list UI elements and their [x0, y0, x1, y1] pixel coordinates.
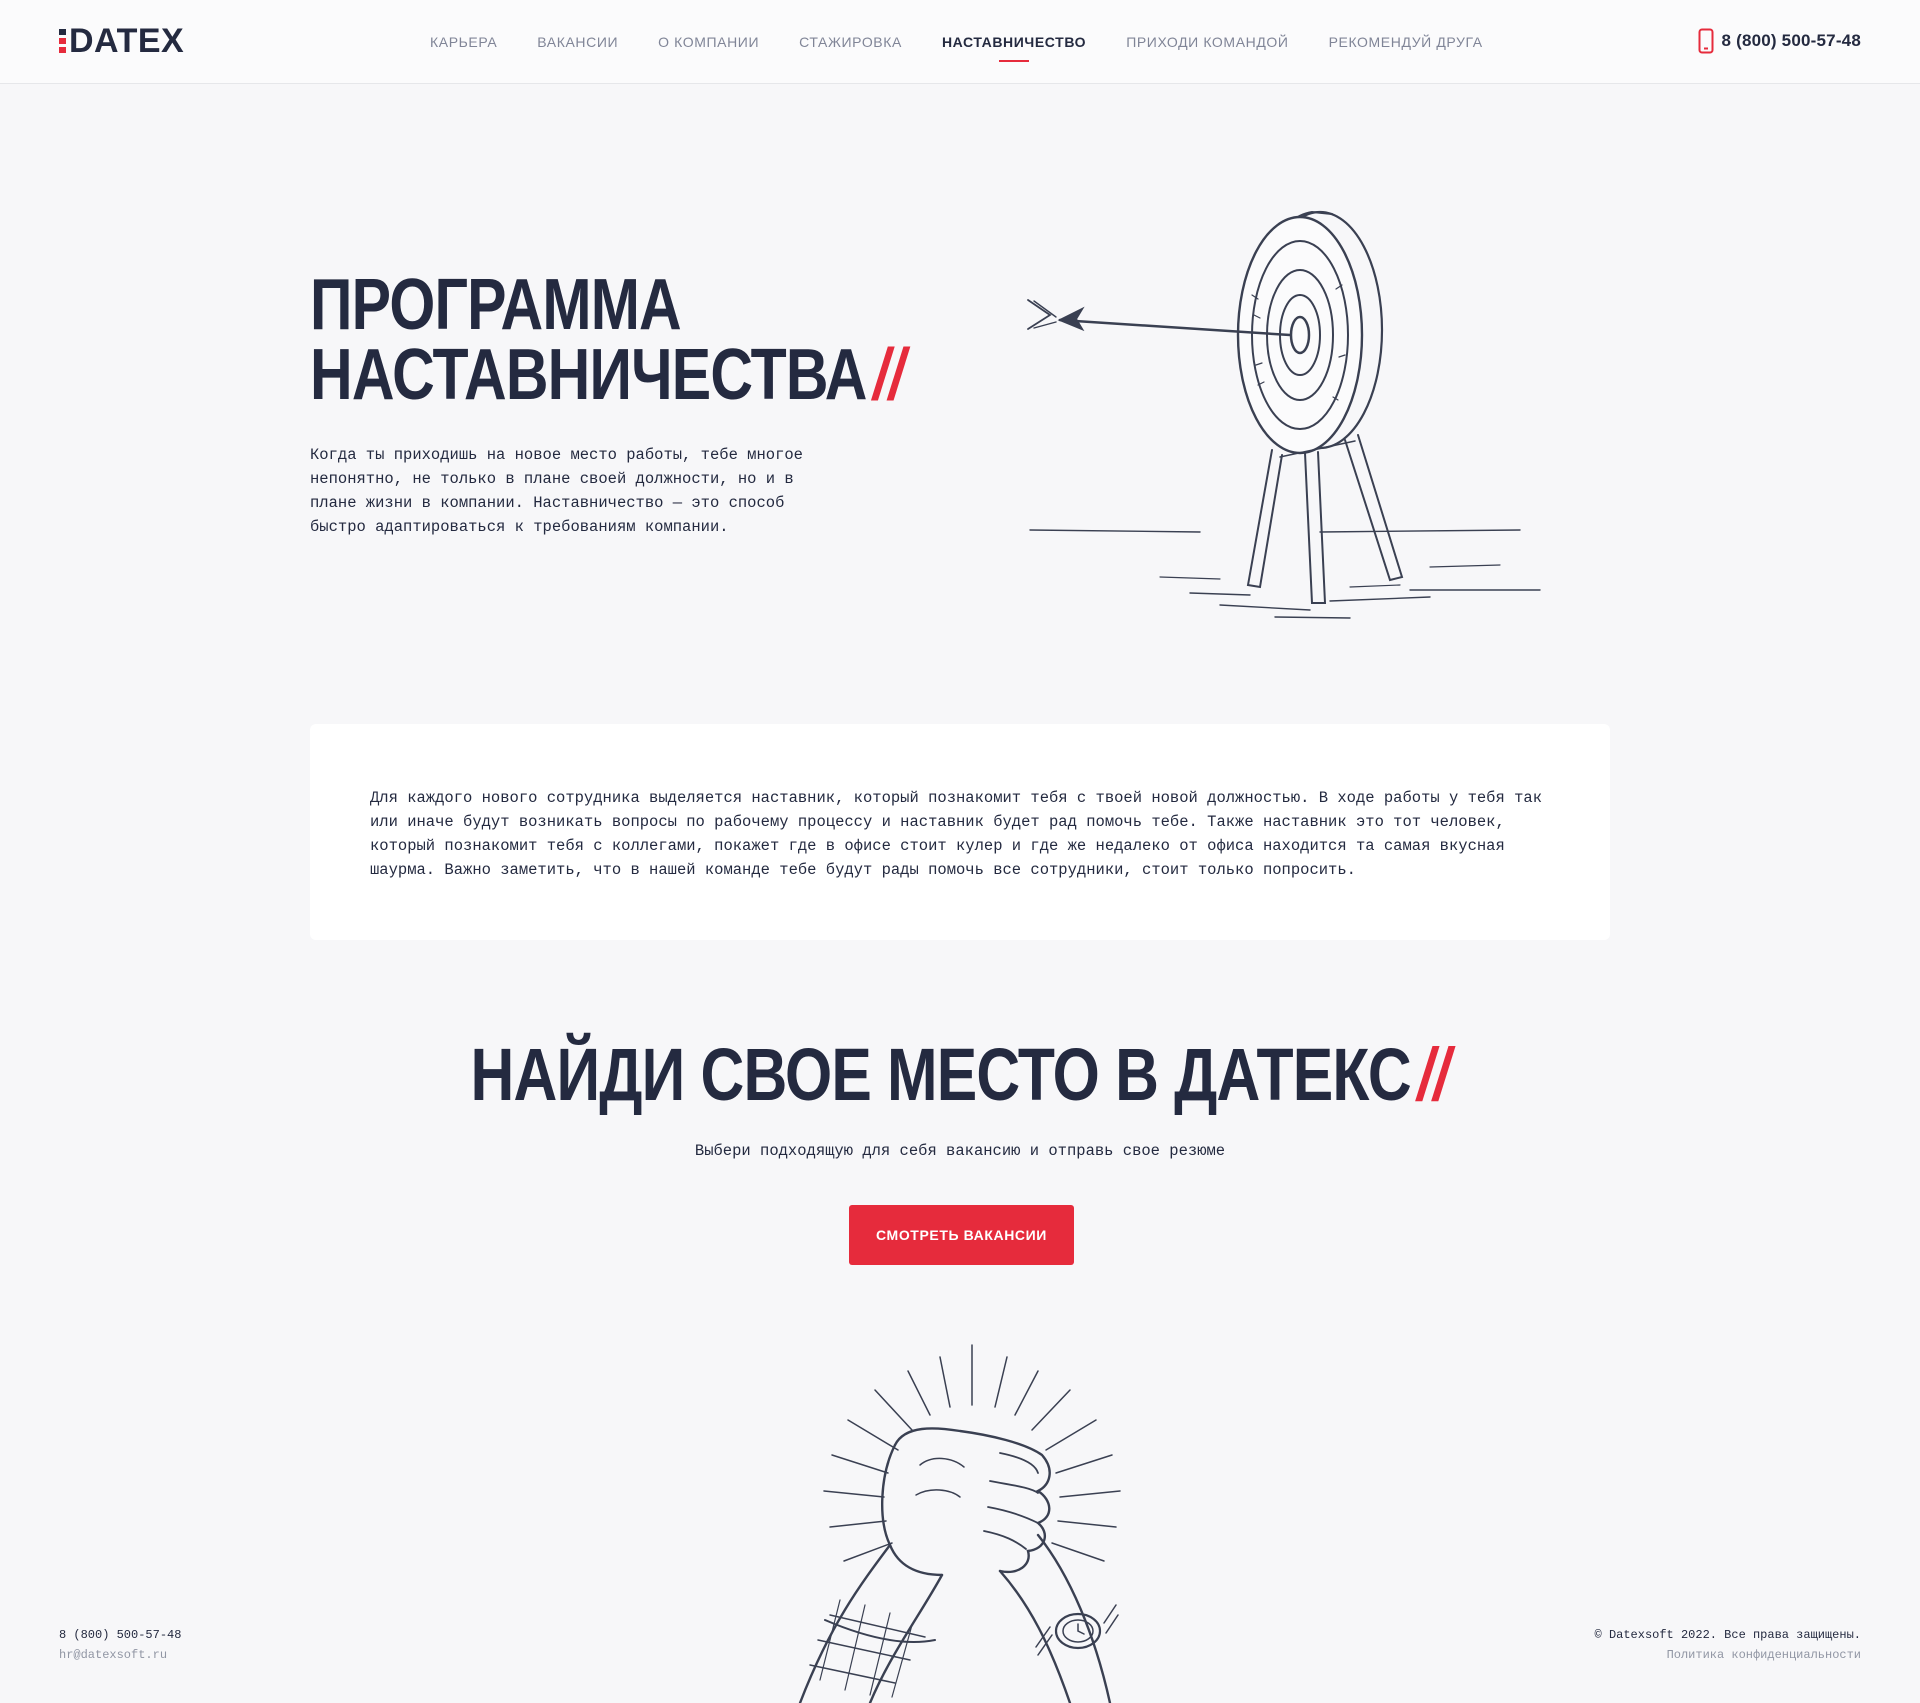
title-slashes: //	[873, 335, 905, 415]
header-phone-link[interactable]: 8 (800) 500-57-48	[1698, 28, 1862, 54]
privacy-policy-link[interactable]: Политика конфиденциальности	[1595, 1645, 1861, 1665]
cta-title: НАЙДИ СВОЕ МЕСТО В ДАТЕКС//	[0, 1035, 1920, 1115]
logo-text: DATEX	[69, 22, 185, 60]
mobile-phone-icon	[1698, 28, 1713, 54]
page-title: ПРОГРАММА НАСТАВНИЧЕСТВА//	[310, 269, 905, 411]
logo[interactable]: DATEX	[59, 22, 185, 60]
cta-title-slashes: //	[1417, 1033, 1450, 1116]
footer-email-link[interactable]: hr@datexsoft.ru	[59, 1645, 181, 1665]
nav-item-refer-friend[interactable]: РЕКОМЕНДУЙ ДРУГА	[1329, 34, 1483, 50]
footer-contacts: 8 (800) 500-57-48 hr@datexsoft.ru	[59, 1625, 181, 1665]
nav-item-career[interactable]: КАРЬЕРА	[430, 34, 497, 50]
view-vacancies-button[interactable]: СМОТРЕТЬ ВАКАНСИИ	[849, 1205, 1074, 1265]
footer-legal: © Datexsoft 2022. Все права защищены. По…	[1595, 1625, 1861, 1665]
main-nav: КАРЬЕРА ВАКАНСИИ О КОМПАНИИ СТАЖИРОВКА Н…	[430, 0, 1523, 84]
nav-item-mentoring[interactable]: НАСТАВНИЧЕСТВО	[942, 34, 1086, 50]
page-title-line2: НАСТАВНИЧЕСТВА	[310, 335, 867, 415]
footer-copyright: © Datexsoft 2022. Все права защищены.	[1594, 1628, 1861, 1642]
logo-mark-icon	[59, 28, 67, 54]
nav-item-about[interactable]: О КОМПАНИИ	[658, 34, 759, 50]
cta-title-text: НАЙДИ СВОЕ МЕСТО В ДАТЕКС	[470, 1033, 1411, 1116]
footer-phone[interactable]: 8 (800) 500-57-48	[59, 1625, 181, 1645]
handshake-illustration	[798, 1344, 1121, 1703]
mentor-info-text: Для каждого нового сотрудника выделяется…	[370, 789, 1542, 879]
header-phone-number: 8 (800) 500-57-48	[1721, 31, 1861, 50]
nav-item-internship[interactable]: СТАЖИРОВКА	[799, 34, 902, 50]
page-title-line1: ПРОГРАММА	[310, 265, 682, 345]
nav-item-team-join[interactable]: ПРИХОДИ КОМАНДОЙ	[1126, 34, 1288, 50]
hero-description: Когда ты приходишь на новое место работы…	[310, 446, 803, 536]
mentor-info-card: Для каждого нового сотрудника выделяется…	[310, 724, 1610, 940]
site-header: DATEX КАРЬЕРА ВАКАНСИИ О КОМПАНИИ СТАЖИР…	[0, 0, 1920, 84]
nav-item-vacancies[interactable]: ВАКАНСИИ	[537, 34, 618, 50]
cta-subtitle: Выбери подходящую для себя вакансию и от…	[694, 1142, 1226, 1160]
archery-target-illustration	[1027, 210, 1541, 619]
